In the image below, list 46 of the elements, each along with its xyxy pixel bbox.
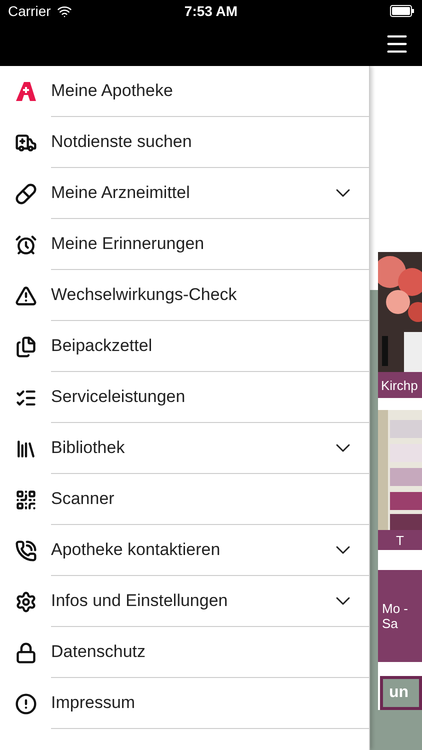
- pill-icon: [14, 182, 36, 204]
- menu-item-label: Meine Arzneimittel: [51, 183, 190, 203]
- clock: 7:53 AM: [184, 3, 238, 19]
- menu-item[interactable]: Datenschutz: [0, 627, 369, 678]
- wifi-icon: [56, 4, 72, 18]
- hours-text: Mo -: [382, 601, 409, 616]
- menu-item-label: Notdienste suchen: [51, 132, 192, 152]
- menu-item[interactable]: Meine Apotheke: [0, 66, 369, 117]
- menu-item[interactable]: Notdienste suchen: [0, 117, 369, 168]
- warning-icon: [14, 284, 36, 306]
- menu-item-label: Wechselwirkungs-Check: [51, 285, 237, 305]
- settings-icon: [14, 590, 36, 612]
- hours-text: Sa: [382, 616, 399, 631]
- exclamation-icon: [14, 692, 36, 714]
- battery-icon: [390, 5, 414, 17]
- qr-code-icon: [14, 488, 36, 510]
- menu-item-label: Impressum: [51, 693, 136, 713]
- menu-item[interactable]: Serviceleistungen: [0, 372, 369, 423]
- menu-item-label: Serviceleistungen: [51, 387, 186, 407]
- menu-item-label: Apotheke kontaktieren: [51, 540, 220, 560]
- alarm-clock-icon: [14, 234, 36, 256]
- menu-item-label: Meine Erinnerungen: [51, 234, 204, 254]
- lock-icon: [14, 642, 36, 664]
- menu-item[interactable]: Scanner: [0, 474, 369, 525]
- menu-item[interactable]: Bibliothek: [0, 423, 369, 474]
- menu-item-label: Meine Apotheke: [51, 81, 173, 101]
- menu-item[interactable]: Beipackzettel: [0, 321, 369, 372]
- phone-icon: [14, 540, 36, 562]
- documents-icon: [14, 336, 36, 358]
- menu-item[interactable]: Infos und Einstellungen: [0, 576, 369, 627]
- menu-item-label: Infos und Einstellungen: [51, 591, 228, 611]
- menu-item-label: Beipackzettel: [51, 336, 152, 356]
- ambulance-icon: [14, 132, 36, 154]
- banner-caption: T: [378, 530, 422, 550]
- menu-item[interactable]: Impressum: [0, 678, 369, 729]
- menu-item-label: Bibliothek: [51, 438, 125, 458]
- pharmacy-icon: [14, 80, 36, 102]
- books-icon: [14, 438, 36, 460]
- menu-item-label: Datenschutz: [51, 642, 146, 662]
- banner-caption: Kirchp: [378, 372, 422, 398]
- menu-item[interactable]: Wechselwirkungs-Check: [0, 270, 369, 321]
- menu-item[interactable]: Apotheke kontaktieren: [0, 525, 369, 576]
- menu-item-label: Scanner: [51, 489, 114, 509]
- carrier-label: Carrier: [8, 3, 51, 19]
- menu-item[interactable]: Meine Arzneimittel: [0, 168, 369, 219]
- menu-item[interactable]: Meine Erinnerungen: [0, 219, 369, 270]
